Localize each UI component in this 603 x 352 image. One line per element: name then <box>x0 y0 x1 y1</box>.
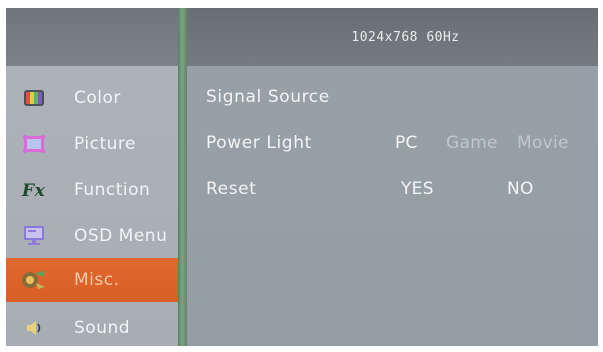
main-header: 1024x768 60Hz <box>187 8 598 66</box>
panel-divider <box>178 8 187 346</box>
sidebar-item-picture[interactable]: Picture <box>6 122 178 166</box>
sidebar-item-label: Function <box>74 180 151 200</box>
sidebar-item-label: OSD Menu <box>74 226 168 246</box>
sidebar-item-sound[interactable]: Sound <box>6 306 178 346</box>
reset-yes-option[interactable]: YES <box>401 179 434 199</box>
power-light-pc-option[interactable]: PC <box>395 133 418 153</box>
sidebar-item-color[interactable]: Color <box>6 76 178 120</box>
sidebar-item-label: Color <box>74 88 121 108</box>
osd-monitor-icon <box>20 225 48 247</box>
sidebar-header <box>6 8 178 66</box>
speaker-icon <box>20 317 48 339</box>
main-panel: 1024x768 60Hz Signal Source Power Light … <box>187 8 598 346</box>
signal-source-option[interactable]: Signal Source <box>206 87 330 107</box>
svg-text:Fx: Fx <box>21 181 46 200</box>
resolution-readout: 1024x768 60Hz <box>351 29 460 45</box>
sidebar-item-label: Sound <box>74 318 131 338</box>
power-light-label: Power Light <box>206 133 312 153</box>
color-bars-icon <box>20 87 48 109</box>
power-light-movie-option[interactable]: Movie <box>517 133 569 153</box>
sidebar-item-function[interactable]: Fx Function <box>6 168 178 212</box>
function-fx-icon: Fx <box>20 179 48 201</box>
sidebar-item-osd-menu[interactable]: OSD Menu <box>6 214 178 258</box>
picture-frame-icon <box>20 133 48 155</box>
misc-tools-icon <box>20 269 48 291</box>
sidebar-item-label: Misc. <box>74 270 120 290</box>
osd-menu: Color Picture Fx Function OSD Menu Misc.… <box>6 8 598 346</box>
sidebar-item-label: Picture <box>74 134 136 154</box>
sidebar-item-misc[interactable]: Misc. <box>6 258 178 302</box>
sidebar: Color Picture Fx Function OSD Menu Misc.… <box>6 8 178 346</box>
reset-no-option[interactable]: NO <box>507 179 534 199</box>
power-light-game-option[interactable]: Game <box>446 133 498 153</box>
reset-label: Reset <box>206 179 257 199</box>
